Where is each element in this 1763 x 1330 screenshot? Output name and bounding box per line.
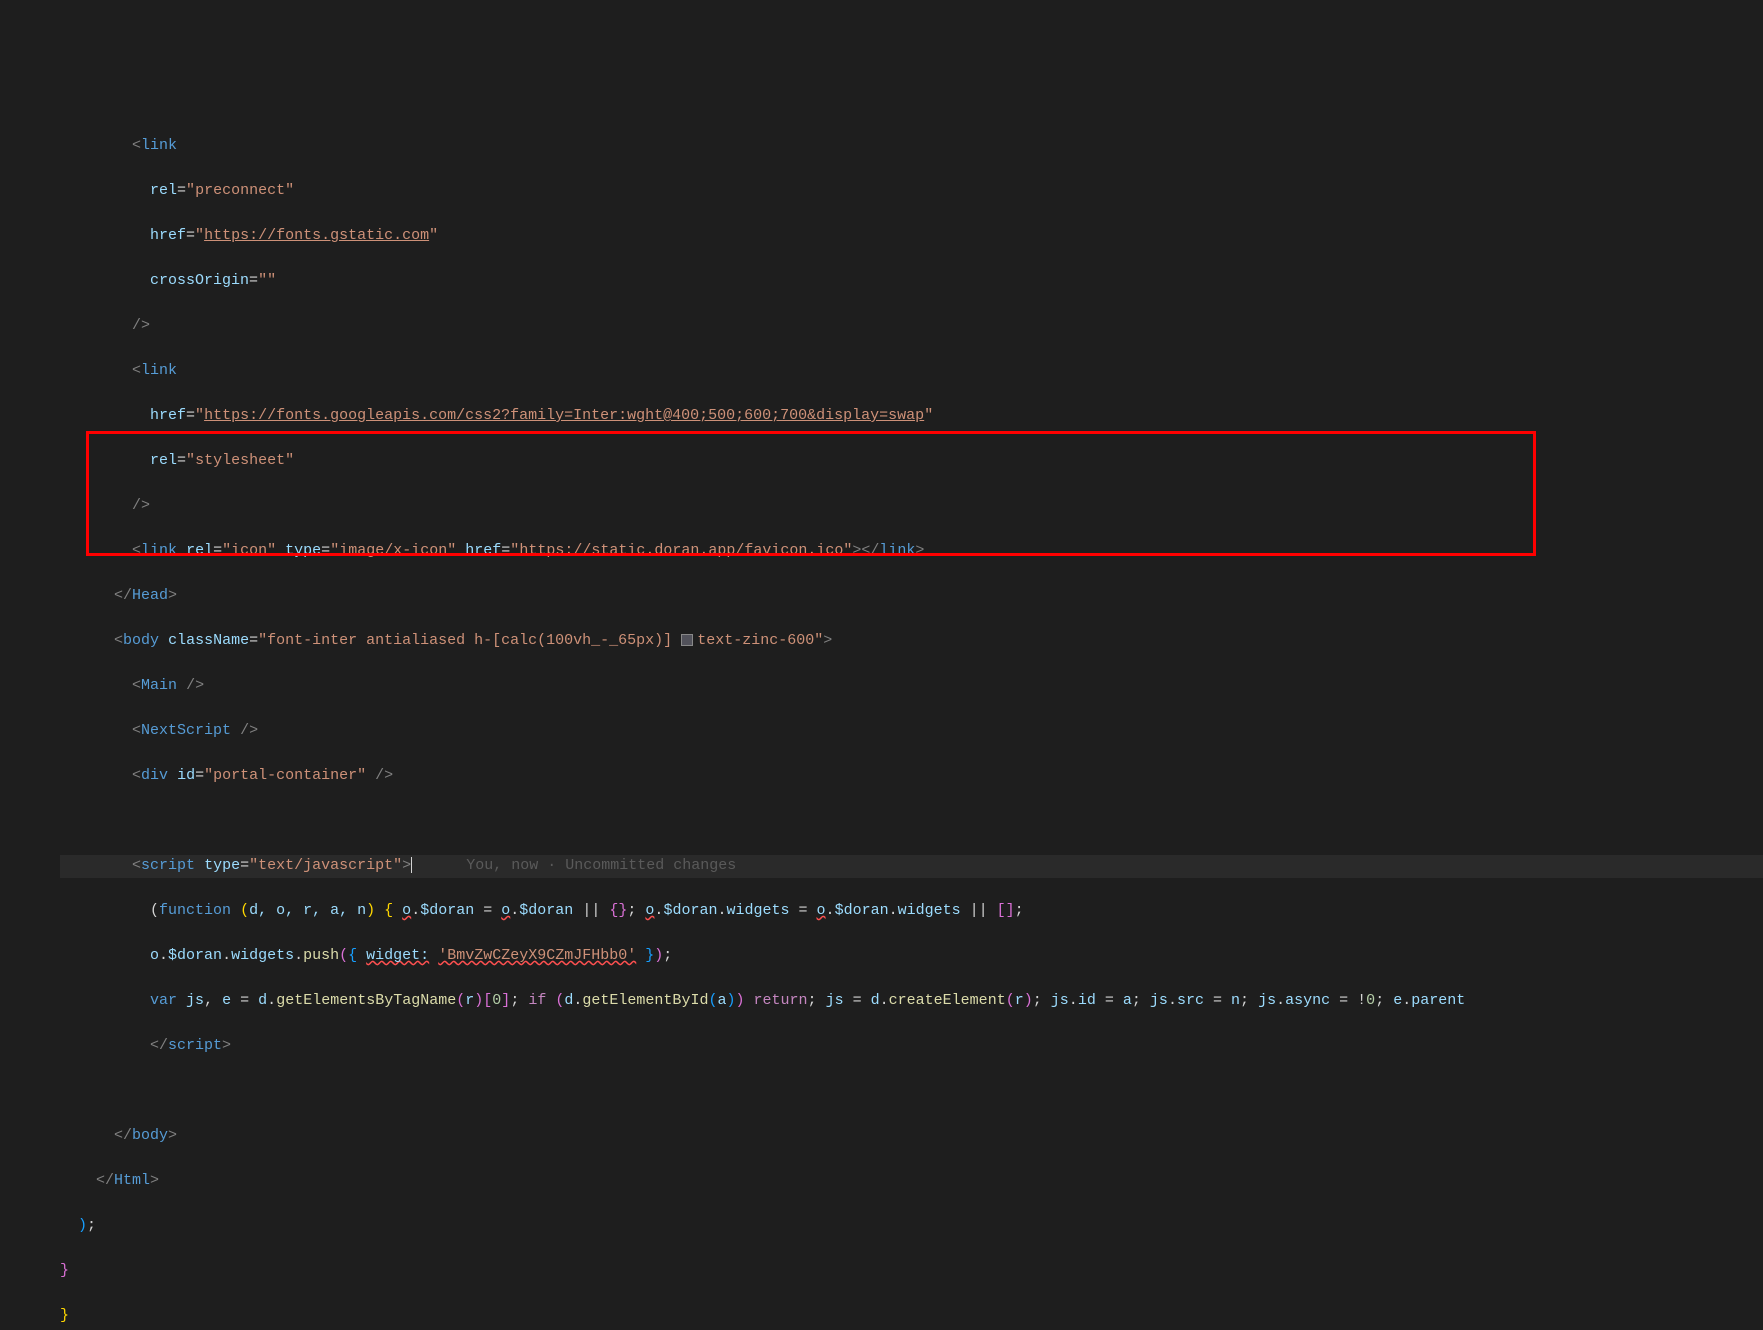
attr-href: href [150,227,186,244]
val-portal-id: portal-container [213,767,357,784]
code-line[interactable]: <link rel="icon" type="image/x-icon" hre… [60,540,1763,563]
code-line[interactable] [60,810,1763,833]
attr-id: id [177,767,195,784]
code-line[interactable]: </Html> [60,1170,1763,1193]
code-line[interactable]: <Main /> [60,675,1763,698]
code-line[interactable]: href="https://fonts.gstatic.com" [60,225,1763,248]
tag-script: script [141,857,195,874]
code-line[interactable]: crossOrigin="" [60,270,1763,293]
code-line[interactable]: /> [60,495,1763,518]
code-line[interactable]: </Head> [60,585,1763,608]
tag-link-close: link [879,542,915,559]
val-body-textclass: text-zinc-600 [697,632,814,649]
code-line[interactable]: /> [60,315,1763,338]
code-line[interactable]: <link [60,360,1763,383]
tag-main: Main [141,677,177,694]
code-editor[interactable]: <link rel="preconnect" href="https://fon… [0,90,1763,1330]
val-favicon-rel: icon [231,542,267,559]
code-line[interactable]: <link [60,135,1763,158]
tag-link: link [141,542,177,559]
code-line[interactable]: <body className="font-inter antialiased … [60,630,1763,653]
val-body-classname: font-inter antialiased h-[calc(100vh_-_6… [267,632,681,649]
tag-link: link [141,362,177,379]
val-googlefonts-rel: stylesheet [195,452,285,469]
code-line[interactable]: </body> [60,1125,1763,1148]
tag-body-close: body [132,1127,168,1144]
code-line[interactable]: var js, e = d.getElementsByTagName(r)[0]… [60,990,1763,1013]
code-line[interactable]: </script> [60,1035,1763,1058]
val-favicon-href: https://static.doran.app/favicon.ico [519,542,843,559]
tag-script-close: script [168,1037,222,1054]
tag-html-close: Html [114,1172,150,1189]
widget-prop: widget: [366,947,429,964]
code-line[interactable]: <div id="portal-container" /> [60,765,1763,788]
val-googlefonts-href: https://fonts.googleapis.com/css2?family… [204,407,924,424]
tag-div: div [141,767,168,784]
code-line[interactable]: rel="stylesheet" [60,450,1763,473]
code-content[interactable]: <link rel="preconnect" href="https://fon… [0,113,1763,1330]
attr-rel: rel [150,452,177,469]
code-line[interactable]: href="https://fonts.googleapis.com/css2?… [60,405,1763,428]
code-line[interactable]: (function (d, o, r, a, n) { o.$doran = o… [60,900,1763,923]
attr-href: href [150,407,186,424]
tag-nextscript: NextScript [141,722,231,739]
code-line[interactable]: } [60,1305,1763,1328]
val-preconnect-href: https://fonts.gstatic.com [204,227,429,244]
val-favicon-type: image/x-icon [339,542,447,559]
tag-head-close: Head [132,587,168,604]
attr-type: type [204,857,240,874]
code-line[interactable]: o.$doran.widgets.push({ widget: 'BmvZwCZ… [60,945,1763,968]
attr-href: href [465,542,501,559]
val-preconnect-rel: preconnect [195,182,285,199]
attr-type: type [285,542,321,559]
tag-body: body [123,632,159,649]
code-line[interactable]: <NextScript /> [60,720,1763,743]
attr-rel: rel [186,542,213,559]
attr-classname: className [168,632,249,649]
code-line[interactable]: } [60,1260,1763,1283]
tag-link: link [141,137,177,154]
iife-params: d, o, r, a, n [249,902,366,919]
code-line[interactable] [60,1080,1763,1103]
val-script-type: text/javascript [258,857,393,874]
color-swatch-icon [681,634,693,646]
widget-id: 'BmvZwCZeyX9CZmJFHbb0' [438,947,636,964]
git-blame-annotation: You, now · Uncommitted changes [466,857,736,874]
code-line[interactable]: rel="preconnect" [60,180,1763,203]
text-cursor [411,857,412,874]
code-line[interactable]: ); [60,1215,1763,1238]
attr-crossorigin: crossOrigin [150,272,249,289]
attr-rel: rel [150,182,177,199]
code-line-active[interactable]: <script type="text/javascript"> You, now… [60,855,1763,878]
